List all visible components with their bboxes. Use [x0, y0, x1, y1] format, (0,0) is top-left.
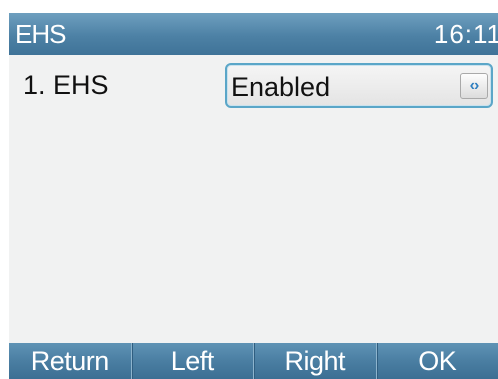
page-title: EHS	[15, 19, 66, 49]
left-right-arrows-icon[interactable]: ‹›	[460, 73, 488, 99]
settings-list: 1. EHS Enabled ‹›	[9, 55, 498, 343]
setting-label-ehs: 1. EHS	[23, 70, 109, 100]
ehs-selected-value: Enabled	[231, 72, 331, 102]
ehs-value-selector[interactable]: Enabled ‹›	[225, 63, 493, 108]
setting-row-ehs[interactable]: 1. EHS Enabled ‹›	[9, 61, 498, 109]
title-bar: EHS 16:11	[9, 13, 498, 55]
right-softkey[interactable]: Right	[253, 343, 376, 379]
phone-screen: EHS 16:11 1. EHS Enabled ‹› Return Left …	[9, 13, 498, 379]
softkey-bar: Return Left Right OK	[9, 343, 498, 379]
clock: 16:11	[433, 19, 498, 49]
left-softkey[interactable]: Left	[130, 343, 254, 379]
return-softkey[interactable]: Return	[9, 343, 131, 379]
ok-softkey[interactable]: OK	[375, 343, 498, 379]
